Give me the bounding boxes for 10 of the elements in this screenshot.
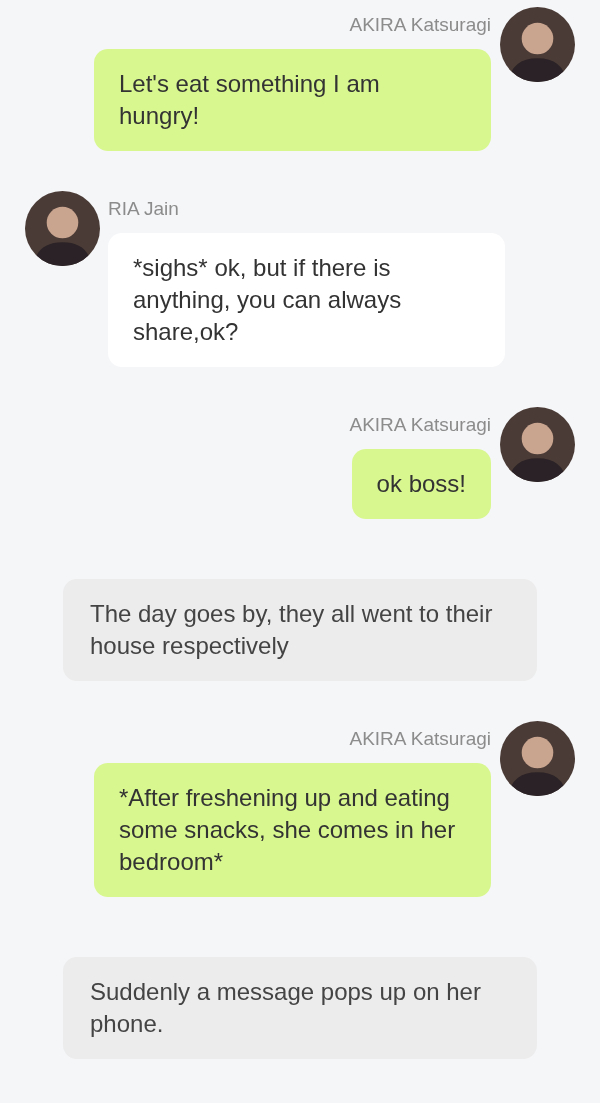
speaker-name: AKIRA Katsuragi xyxy=(349,413,491,437)
message-bubble: *sighs* ok, but if there is anything, you can always share,ok? xyxy=(108,233,505,367)
narration-bubble: Suddenly a message pops up on her phone. xyxy=(63,957,537,1059)
speaker-name: AKIRA Katsuragi xyxy=(349,13,491,37)
speaker-name: AKIRA Katsuragi xyxy=(349,727,491,751)
message-bubble: Let's eat something I am hungry! xyxy=(94,49,491,151)
message-bubble: *After freshening up and eating some snacks, she comes in her bedroom* xyxy=(94,763,491,897)
narration-bubble: The day goes by, they all went to their house respectively xyxy=(63,579,537,681)
message-bubble: ok boss! xyxy=(351,449,491,519)
speaker-name: RIA Jain xyxy=(108,197,179,221)
